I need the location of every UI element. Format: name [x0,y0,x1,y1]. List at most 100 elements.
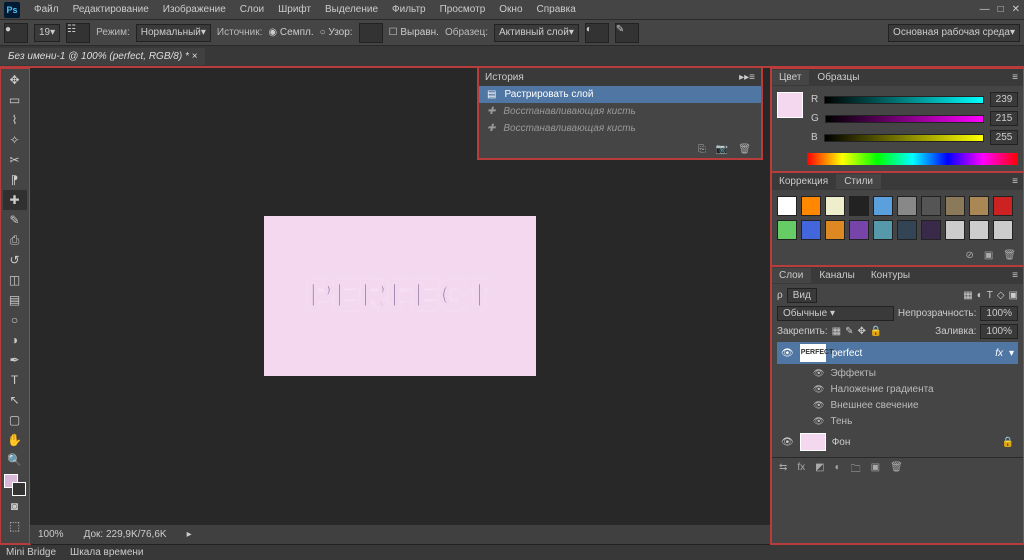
ignore-adj-icon[interactable]: ◐ [585,23,609,43]
r-slider[interactable] [824,96,984,104]
swatches-tab[interactable]: Образцы [809,70,867,85]
lasso-tool[interactable]: ⌇ [3,110,27,130]
link-icon[interactable]: ⇆ [779,462,787,479]
panel-menu-icon[interactable]: ≡ [1006,270,1024,281]
clear-style-icon[interactable]: ⊘ [965,250,973,261]
lock-all-icon[interactable]: 🔒 [870,326,882,337]
visibility-icon[interactable]: 👁 [781,437,794,448]
menu-image[interactable]: Изображение [157,2,232,17]
lock-trans-icon[interactable]: ▦ [832,326,841,337]
new-layer-icon[interactable]: ▣ [871,462,880,479]
zoom-tool[interactable]: 🔍 [3,450,27,470]
trash-icon[interactable]: 🗑 [890,462,903,479]
info-arrow-icon[interactable]: ▸ [187,529,192,540]
style-swatch[interactable] [993,196,1013,216]
layer-thumb[interactable]: PERFECT [800,344,826,362]
style-swatch[interactable] [873,220,893,240]
style-swatch[interactable] [897,220,917,240]
visibility-icon[interactable]: 👁 [781,348,794,359]
shape-tool[interactable]: ▢ [3,410,27,430]
eraser-tool[interactable]: ◫ [3,270,27,290]
menu-help[interactable]: Справка [531,2,582,17]
style-swatch[interactable] [801,220,821,240]
menu-file[interactable]: Файл [28,2,65,17]
move-tool[interactable]: ✥ [3,70,27,90]
filter-type-icon[interactable]: T [987,290,993,301]
style-swatch[interactable] [873,196,893,216]
screenmode-icon[interactable]: ⬚ [3,516,27,536]
style-swatch[interactable] [945,196,965,216]
eyedropper-tool[interactable]: ⁋ [3,170,27,190]
healing-tool[interactable]: ✚ [3,190,27,210]
panel-menu-icon[interactable]: ≡ [1006,72,1024,83]
style-swatch[interactable] [921,220,941,240]
snapshot-icon[interactable]: 📷 [716,144,728,155]
blur-tool[interactable]: ○ [3,310,27,330]
style-swatch[interactable] [777,196,797,216]
layer-row[interactable]: 👁 Фон 🔒 [777,431,1018,453]
menu-layer[interactable]: Слои [234,2,270,17]
history-row[interactable]: ▤ Растрировать слой [479,86,761,103]
menu-select[interactable]: Выделение [319,2,384,17]
wand-tool[interactable]: ✧ [3,130,27,150]
opacity-value[interactable]: 100% [980,306,1018,321]
g-value[interactable]: 215 [990,111,1018,126]
close-icon[interactable]: ✕ [1012,4,1020,15]
style-swatch[interactable] [825,220,845,240]
style-swatch[interactable] [969,220,989,240]
filter-smart-icon[interactable]: ▣ [1009,290,1018,301]
g-slider[interactable] [825,115,984,123]
history-row[interactable]: ✚ Восстанавливающая кисть [479,120,761,137]
collapse-icon[interactable]: ▸▸ [739,72,749,83]
history-brush-tool[interactable]: ↺ [3,250,27,270]
sample-select[interactable]: Активный слой ▾ [494,24,579,42]
mode-select[interactable]: Нормальный ▾ [136,24,211,42]
style-swatch[interactable] [969,196,989,216]
color-swatch[interactable] [4,474,26,496]
layer-row[interactable]: 👁 PERFECT perfect fx ▾ [777,342,1018,364]
quickmask-icon[interactable]: ◙ [3,496,27,516]
lock-pixels-icon[interactable]: ✎ [845,326,853,337]
layer-thumb[interactable] [800,433,826,451]
crop-tool[interactable]: ✂ [3,150,27,170]
trash-icon[interactable]: 🗑 [738,144,751,155]
style-swatch[interactable] [825,196,845,216]
menu-type[interactable]: Шрифт [272,2,317,17]
pressure-icon[interactable]: ✎ [615,23,639,43]
style-swatch[interactable] [945,220,965,240]
channels-tab[interactable]: Каналы [811,268,863,283]
history-row[interactable]: ✚ Восстанавливающая кисть [479,103,761,120]
style-swatch[interactable] [777,220,797,240]
filter-shape-icon[interactable]: ◇ [997,290,1005,301]
marquee-tool[interactable]: ▭ [3,90,27,110]
styles-tab[interactable]: Стили [836,174,881,189]
type-tool[interactable]: T [3,370,27,390]
gradient-tool[interactable]: ▤ [3,290,27,310]
style-swatch[interactable] [897,196,917,216]
layer-name[interactable]: Фон [832,437,851,448]
trash-icon[interactable]: 🗑 [1003,250,1016,261]
filter-kind[interactable]: Вид [787,288,817,303]
fx-shadow[interactable]: 👁 Тень [777,415,1018,428]
foreground-swatch[interactable] [777,92,803,118]
timeline-tab[interactable]: Шкала времени [70,547,143,558]
style-swatch[interactable] [993,220,1013,240]
paths-tab[interactable]: Контуры [863,268,918,283]
aligned-check[interactable]: ☐ Выравн. [389,27,439,38]
menu-filter[interactable]: Фильтр [386,2,432,17]
pattern-picker[interactable] [359,23,383,43]
pattern-radio[interactable]: ○ Узор: [320,27,353,38]
history-tab[interactable]: История [485,72,524,83]
brush-tool[interactable]: ✎ [3,210,27,230]
tool-preset[interactable]: ● [4,23,28,43]
pen-tool[interactable]: ✒ [3,350,27,370]
color-tab[interactable]: Цвет [771,70,809,85]
b-value[interactable]: 255 [990,130,1018,145]
maximize-icon[interactable]: □ [998,4,1004,15]
blend-mode[interactable]: Обычные ▾ [777,306,894,321]
style-swatch[interactable] [921,196,941,216]
layers-tab[interactable]: Слои [771,268,811,283]
hand-tool[interactable]: ✋ [3,430,27,450]
sampled-radio[interactable]: ◉ Семпл. [268,27,313,38]
zoom-value[interactable]: 100% [38,529,64,540]
